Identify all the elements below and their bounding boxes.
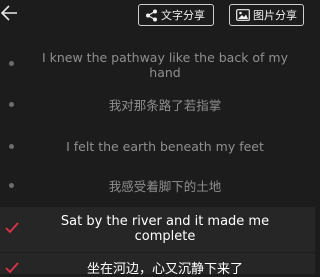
lyric-text: I knew the pathway like the back of my h… [41, 50, 289, 80]
image-icon [236, 9, 250, 21]
check-icon [5, 222, 19, 234]
check-icon [5, 262, 19, 274]
lyric-line-selected[interactable]: 坐在河边，心又沉静下来了 [0, 253, 315, 277]
share-icon [146, 9, 157, 21]
back-button[interactable] [0, 2, 20, 24]
lyric-text: 我对那条路了若指掌 [108, 98, 222, 113]
lyric-line-selected[interactable]: Sat by the river and it made me complete [0, 207, 315, 252]
bullet-dot [9, 144, 14, 149]
bullet-dot [9, 61, 14, 66]
bullet-dot [9, 102, 14, 107]
bullet-dot [9, 183, 14, 188]
image-share-button[interactable]: 图片分享 [229, 4, 304, 26]
lyric-text: I felt the earth beneath my feet [66, 139, 264, 154]
arrow-left-icon [0, 5, 17, 21]
lyric-line[interactable]: I knew the pathway like the back of my h… [0, 40, 315, 90]
text-share-label: 文字分享 [161, 9, 205, 22]
toolbar: 文字分享 图片分享 [0, 0, 315, 34]
lyric-text: 我感受着脚下的土地 [108, 179, 222, 194]
lyric-text: 坐在河边，心又沉静下来了 [86, 262, 243, 277]
image-share-label: 图片分享 [253, 9, 297, 22]
lyric-line[interactable]: I felt the earth beneath my feet [0, 130, 315, 170]
lyric-text: Sat by the river and it made me complete [60, 214, 270, 244]
text-share-button[interactable]: 文字分享 [138, 4, 214, 26]
lyric-line[interactable]: 我感受着脚下的土地 [0, 170, 315, 206]
lyric-line[interactable]: 我对那条路了若指掌 [0, 90, 315, 130]
